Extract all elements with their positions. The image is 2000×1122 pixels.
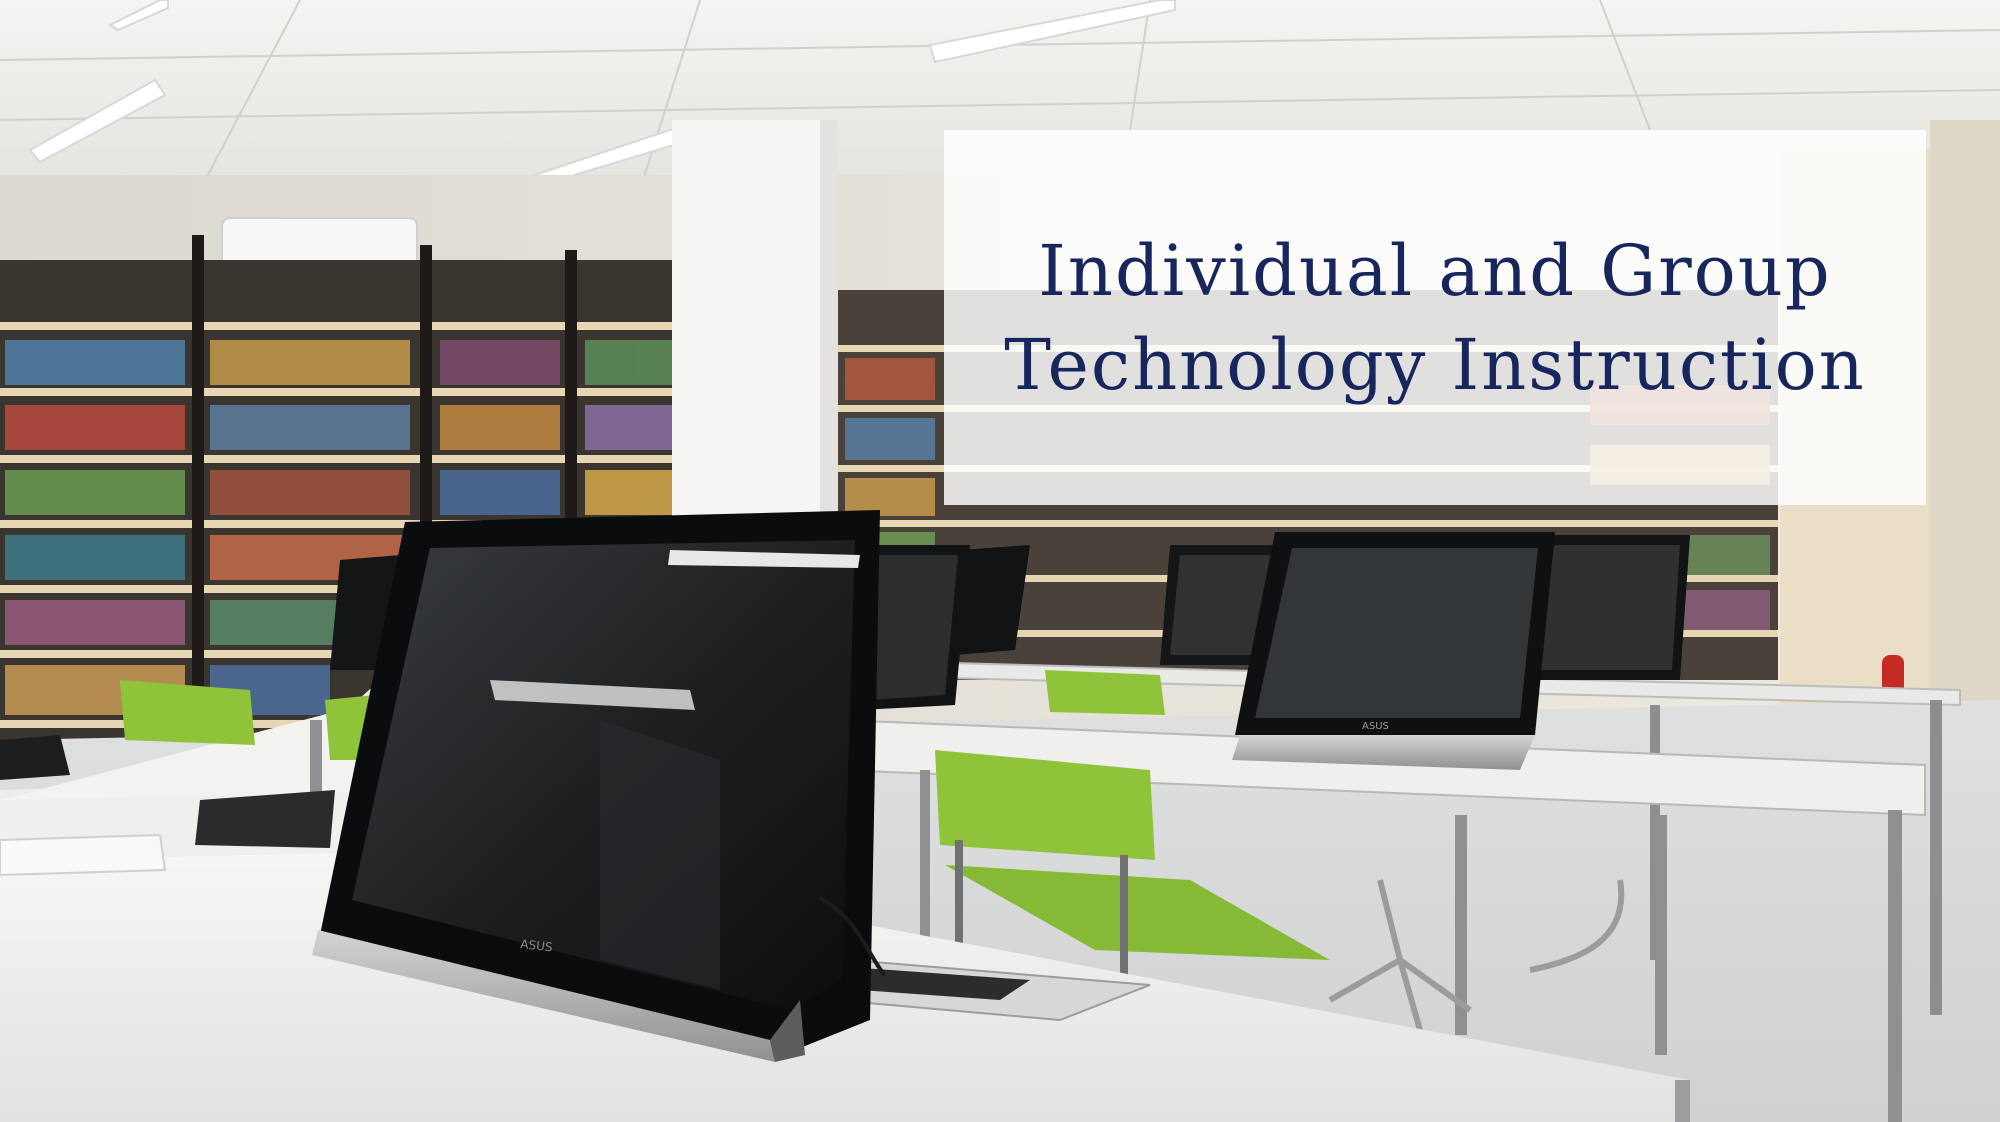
svg-text:ASUS: ASUS (1362, 721, 1389, 732)
monitor-right: ASUS (1232, 532, 1555, 770)
page-title-line-1: Individual and Group (1038, 229, 1832, 312)
page-title-line-2: Technology Instruction (1004, 323, 1866, 406)
title-panel: Individual and Group Technology Instruct… (944, 130, 1926, 505)
hero-banner: ASUS ASUS Individual and Group Technolog… (0, 0, 2000, 1122)
